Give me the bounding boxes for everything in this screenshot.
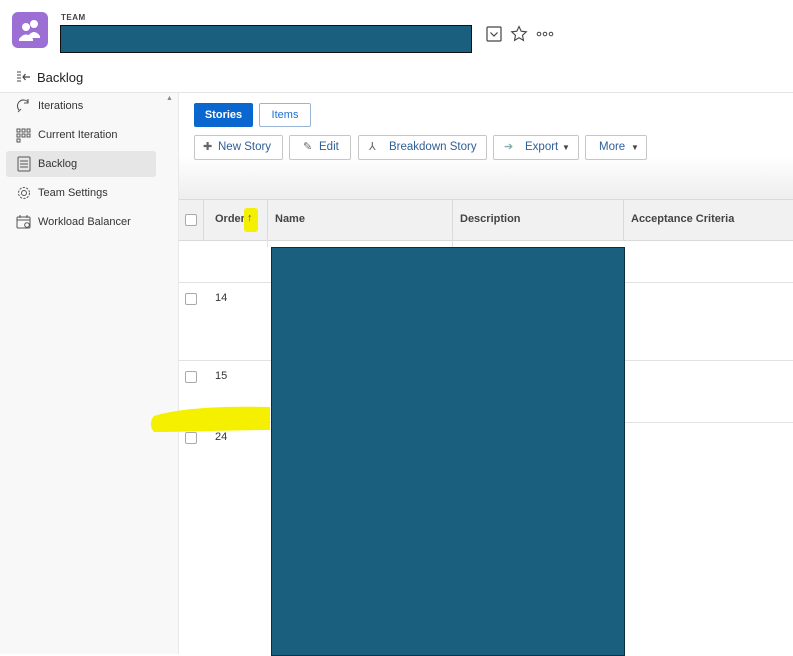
collapse-sidebar-icon[interactable] — [16, 69, 32, 85]
breadcrumb: Backlog — [0, 62, 793, 93]
sidebar-item-label: Current Iteration — [38, 129, 118, 141]
chevron-down-icon: ▼ — [631, 143, 639, 152]
column-divider — [267, 200, 268, 240]
pencil-icon: ✎ — [303, 141, 313, 153]
main-content: Stories Items ✚ New Story ✎ Edit ⅄ Break… — [179, 93, 793, 656]
column-divider — [267, 239, 268, 247]
top-header: TEAM — [0, 0, 793, 63]
column-header-description[interactable]: Description — [460, 213, 521, 225]
sidebar-item-team-settings[interactable]: Team Settings — [6, 180, 156, 206]
column-divider — [203, 200, 204, 240]
sidebar-item-iterations[interactable]: Iterations — [6, 93, 156, 119]
breakdown-story-button[interactable]: ⅄ Breakdown Story — [358, 135, 487, 160]
team-avatar[interactable] — [12, 12, 48, 48]
team-icon — [19, 20, 40, 41]
sidebar-item-current-iteration[interactable]: Current Iteration — [6, 122, 156, 148]
calendar-icon — [16, 215, 31, 229]
chevron-down-icon: ▼ — [562, 143, 570, 152]
sidebar-item-workload-balancer[interactable]: Workload Balancer — [6, 209, 156, 235]
new-story-label: New Story — [218, 141, 272, 153]
sidebar-item-label: Workload Balancer — [38, 216, 131, 228]
more-icon[interactable] — [536, 26, 554, 44]
redacted-name-column — [271, 247, 625, 656]
team-label: TEAM — [61, 13, 86, 22]
order-cell: 14 — [215, 292, 228, 304]
tab-stories[interactable]: Stories — [194, 103, 253, 127]
tab-items[interactable]: Items — [259, 103, 311, 127]
sidebar-item-label: Team Settings — [38, 187, 108, 199]
breakdown-icon: ⅄ — [369, 141, 376, 153]
grid-header: Order ↑ Name Description Acceptance Crit… — [179, 199, 793, 241]
order-cell: 15 — [215, 370, 228, 382]
current-iteration-icon — [16, 128, 31, 143]
column-header-acceptance-criteria[interactable]: Acceptance Criteria — [631, 213, 734, 225]
edit-label: Edit — [319, 141, 339, 153]
plus-icon: ✚ — [203, 141, 213, 153]
scroll-up-icon[interactable]: ▲ — [166, 95, 173, 102]
more-button[interactable]: More ▼ — [585, 135, 647, 160]
highlight-annotation — [151, 406, 270, 432]
sidebar-item-label: Iterations — [38, 100, 84, 112]
row-checkbox[interactable] — [185, 293, 197, 305]
backlog-icon — [17, 156, 31, 172]
select-all-checkbox[interactable] — [185, 214, 197, 226]
iterations-icon — [16, 99, 29, 113]
column-header-name[interactable]: Name — [275, 213, 305, 225]
row-checkbox[interactable] — [185, 371, 197, 383]
chevron-down-box-icon[interactable] — [485, 25, 503, 43]
export-arrow-icon: ➔ — [504, 141, 514, 153]
column-divider — [452, 239, 453, 247]
sidebar-item-label: Backlog — [38, 158, 78, 170]
page-title: Backlog — [37, 70, 84, 85]
sort-ascending-icon[interactable]: ↑ — [247, 212, 253, 224]
star-icon[interactable] — [510, 25, 528, 43]
sidebar: ▲ Iterations Current Iteration Backlog T… — [0, 93, 179, 654]
edit-button[interactable]: ✎ Edit — [289, 135, 351, 160]
sidebar-item-backlog[interactable]: Backlog — [6, 151, 156, 177]
breakdown-label: Breakdown Story — [389, 141, 477, 153]
toolbar: Stories Items ✚ New Story ✎ Edit ⅄ Break… — [179, 93, 793, 199]
gear-icon — [18, 187, 30, 199]
export-button[interactable]: ➔ Export ▼ — [493, 135, 579, 160]
team-name-redacted — [60, 25, 472, 53]
column-divider — [623, 200, 624, 240]
new-story-button[interactable]: ✚ New Story — [194, 135, 283, 160]
column-header-order[interactable]: Order — [215, 213, 245, 225]
more-label: More — [599, 141, 626, 153]
column-divider — [452, 200, 453, 240]
export-label: Export — [525, 141, 559, 153]
